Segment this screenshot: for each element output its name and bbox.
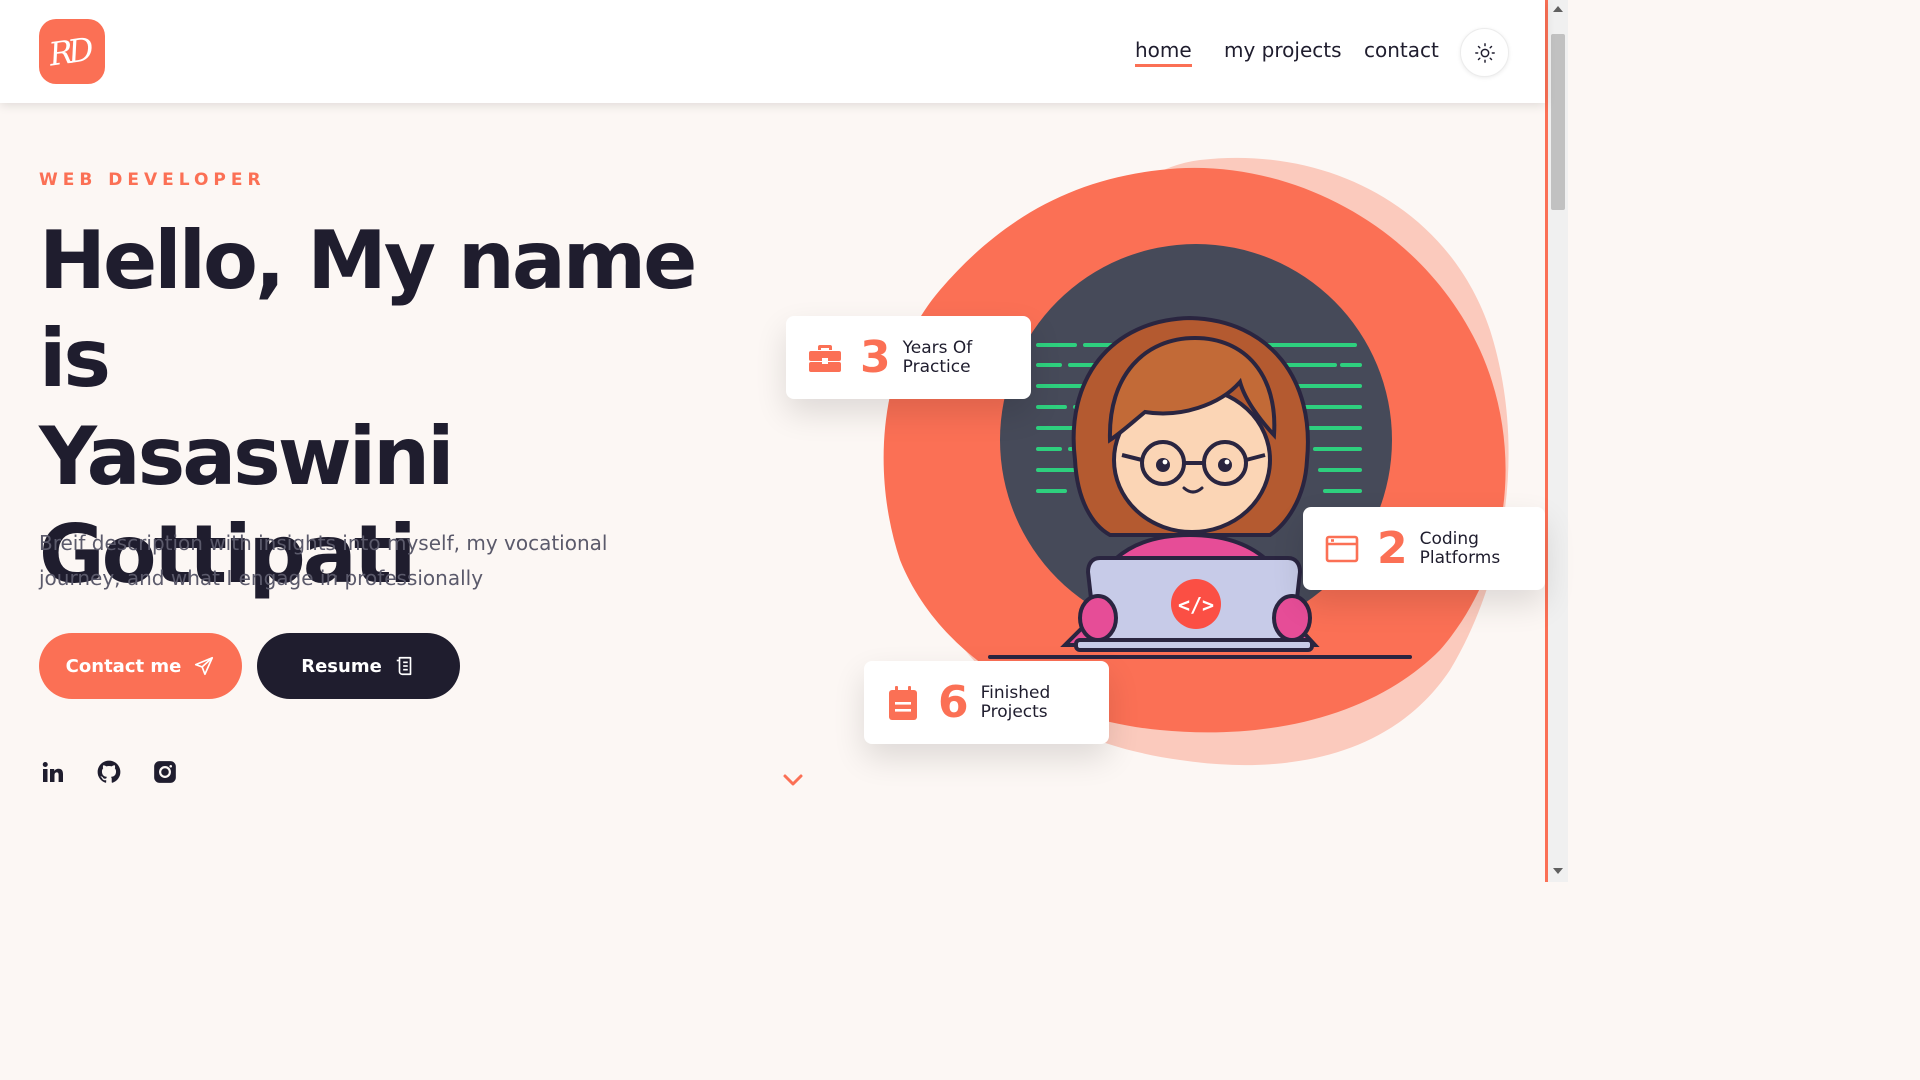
resume-label: Resume <box>301 655 382 677</box>
contact-me-label: Contact me <box>65 655 182 677</box>
browser-window-icon <box>1325 535 1359 562</box>
nav-home[interactable]: home <box>1135 38 1192 67</box>
stat-card-projects: 6 Finished Projects <box>864 661 1109 744</box>
stat-card-years: 3 Years Of Practice <box>786 316 1031 399</box>
github-link[interactable] <box>95 758 123 786</box>
sun-icon <box>1474 42 1495 63</box>
stat-number: 6 <box>938 676 969 728</box>
linkedin-link[interactable] <box>39 758 67 786</box>
stat-label: Finished Projects <box>980 682 1051 722</box>
stat-number: 3 <box>860 331 891 383</box>
theme-toggle-button[interactable] <box>1460 28 1509 77</box>
resume-button[interactable]: Resume <box>257 633 460 699</box>
nav-my-projects[interactable]: my projects <box>1224 38 1342 62</box>
document-icon <box>396 656 412 676</box>
headline-line-1: Hello, My name is <box>39 214 697 405</box>
stat-card-platforms: 2 Coding Platforms <box>1303 507 1545 590</box>
page-scrollbar[interactable] <box>1545 0 1568 882</box>
linkedin-icon <box>42 762 63 782</box>
chevron-down-icon <box>783 774 803 786</box>
scrollbar-thumb[interactable] <box>1551 34 1565 210</box>
github-icon <box>97 760 121 783</box>
site-logo[interactable]: RD <box>39 19 105 84</box>
svg-text:</>: </> <box>1178 593 1214 617</box>
headline-line-2: Yasaswini <box>39 410 455 503</box>
hero-description: Breif description with insights into mys… <box>39 531 608 590</box>
scroll-down-button[interactable] <box>780 770 806 790</box>
nav-contact[interactable]: contact <box>1364 38 1439 62</box>
paper-plane-icon <box>195 656 214 676</box>
logo-monogram: RD <box>46 29 92 74</box>
stat-label: Years Of Practice <box>902 337 973 377</box>
clipboard-icon <box>889 685 917 720</box>
site-header: RD home my projects contact <box>0 0 1545 103</box>
scroll-down-arrow[interactable] <box>1553 868 1563 874</box>
hero-role: WEB DEVELOPER <box>39 170 266 190</box>
stat-number: 2 <box>1377 522 1408 574</box>
stat-label: Coding Platforms <box>1419 528 1501 568</box>
contact-me-button[interactable]: Contact me <box>39 633 242 699</box>
instagram-icon <box>154 761 176 783</box>
scroll-up-arrow[interactable] <box>1553 6 1563 12</box>
briefcase-icon <box>809 344 841 372</box>
instagram-link[interactable] <box>151 758 179 786</box>
